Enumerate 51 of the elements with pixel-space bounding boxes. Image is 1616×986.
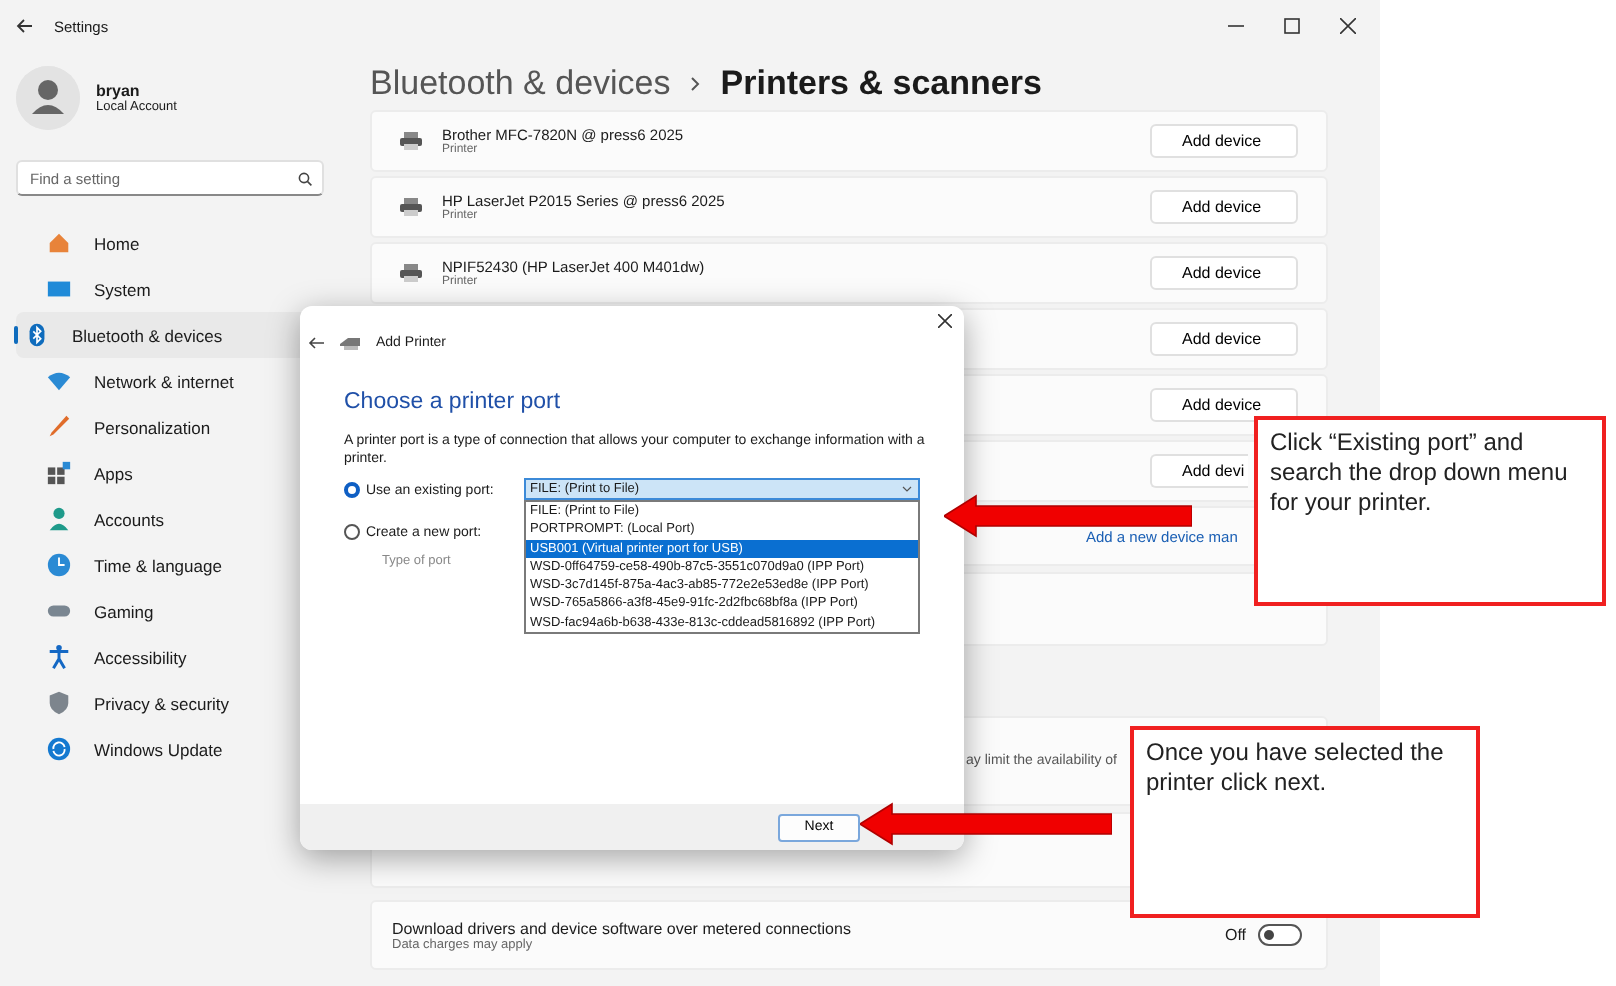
user-name: bryan [96, 82, 142, 100]
add-device-button[interactable]: Add device [1150, 190, 1298, 224]
time-icon [46, 552, 72, 578]
dialog-heading: Choose a printer port [344, 390, 563, 414]
nav-item[interactable]: Gaming [16, 588, 324, 634]
bluetooth-icon [24, 322, 50, 348]
nav-item[interactable]: Accessibility [16, 634, 324, 680]
apps-icon [46, 460, 72, 486]
nav-item[interactable]: Apps [16, 450, 324, 496]
search-icon [298, 171, 312, 185]
nav-item[interactable]: Time & language [16, 542, 324, 588]
nav-item[interactable]: Windows Update [16, 726, 324, 772]
toggle-switch[interactable] [1258, 924, 1302, 946]
printer-icon [400, 198, 422, 216]
add-device-button[interactable]: Add devi [1150, 454, 1248, 488]
add-device-button[interactable]: Add device [1150, 256, 1298, 290]
radio-button[interactable] [344, 482, 360, 498]
caret-icon [902, 486, 912, 492]
setting-title: Download drivers and device software over metered connections [392, 919, 851, 937]
nav-item[interactable]: Privacy & security [16, 680, 324, 726]
printer-icon [400, 132, 422, 150]
accounts-icon [46, 506, 72, 532]
page-title: Printers & scanners [720, 64, 1042, 104]
shield-icon [46, 690, 72, 716]
system-icon [46, 276, 72, 302]
callout-note: Once you have selected the printer click next. [1130, 726, 1480, 918]
breadcrumb-parent[interactable]: Bluetooth & devices [370, 64, 671, 104]
add-device-button[interactable]: Add device [1150, 322, 1298, 356]
printer-icon [340, 335, 360, 349]
nav-item[interactable]: Home [16, 220, 324, 266]
back-icon[interactable] [16, 18, 34, 34]
radio-button[interactable] [344, 524, 360, 540]
nav-item[interactable]: Personalization [16, 404, 324, 450]
nav-item[interactable]: System [16, 266, 324, 312]
network-icon [46, 368, 72, 394]
brush-icon [46, 414, 72, 440]
home-icon [46, 230, 72, 256]
printer-icon [400, 264, 422, 282]
chevron-icon [690, 76, 701, 92]
accessibility-icon [46, 644, 72, 670]
back-icon[interactable] [308, 335, 324, 349]
callout-note: Click “Existing port” and search the drop down menu for your printer. [1254, 416, 1606, 606]
maximize-icon[interactable] [1284, 18, 1300, 34]
add-device-button[interactable]: Add device [1150, 124, 1298, 158]
nav-item[interactable]: Accounts [16, 496, 324, 542]
close-icon[interactable] [938, 314, 952, 328]
toggle-state: Off [1224, 926, 1246, 944]
close-icon[interactable] [1340, 18, 1356, 34]
update-icon [46, 736, 72, 762]
nav-item[interactable]: Network & internet [16, 358, 324, 404]
add-device-button[interactable]: Add device [1150, 388, 1298, 422]
